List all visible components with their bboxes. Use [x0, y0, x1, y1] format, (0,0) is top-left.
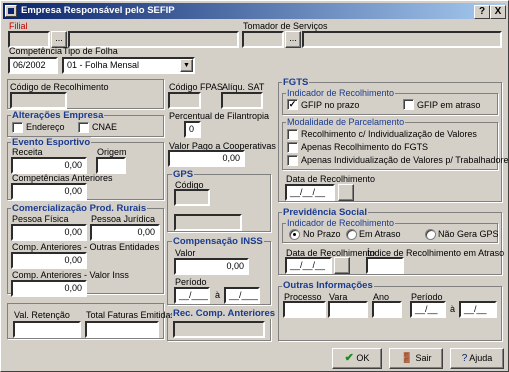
- gps-title: GPS: [172, 169, 195, 180]
- val-retencao-input[interactable]: [13, 321, 81, 338]
- prev-indicador-title: Indicador de Recolhimento: [286, 218, 396, 229]
- ajuda-label: Ajuda: [469, 353, 493, 363]
- mod3-checkbox[interactable]: [287, 155, 298, 166]
- prev-calendar-button[interactable]: [334, 257, 350, 274]
- no-prazo-label: No Prazo: [303, 229, 341, 239]
- gps-codigo-field: [174, 189, 210, 206]
- alteracoes-title: Alterações Empresa: [11, 110, 105, 121]
- percentual-filantropia-input[interactable]: 0: [184, 121, 201, 138]
- fgts-calendar-button[interactable]: [338, 184, 354, 201]
- gfip-prazo-checkbox[interactable]: ✓: [287, 99, 298, 110]
- endereco-label: Endereço: [26, 122, 65, 132]
- pessoa-juridica-input[interactable]: 0,00: [90, 224, 160, 241]
- sair-button[interactable]: 🚪 Sair: [389, 348, 443, 369]
- checkmark-icon: ✔: [344, 352, 354, 364]
- competencia-input[interactable]: 06/2002: [8, 57, 58, 74]
- close-button[interactable]: X: [490, 5, 506, 19]
- receita-input[interactable]: 0,00: [11, 157, 87, 174]
- fgts-title: FGTS: [282, 77, 310, 88]
- tomador-name-field: [302, 31, 502, 48]
- ano-input[interactable]: [372, 301, 402, 318]
- competencia-label: Competência: [9, 46, 63, 56]
- endereco-checkbox[interactable]: [12, 122, 23, 133]
- total-faturas-label: Total Faturas Emitidas: [86, 310, 176, 320]
- tipo-folha-label: Tipo de Folha: [63, 46, 118, 56]
- cnae-checkbox[interactable]: [78, 122, 89, 133]
- nao-gera-gps-label: Não Gera GPS: [438, 229, 499, 239]
- prev-data-rec-input[interactable]: __/__/__: [285, 257, 332, 274]
- modalidade-title: Modalidade de Parcelamento: [286, 117, 406, 128]
- compensacao-valor-input[interactable]: 0,00: [174, 258, 249, 275]
- ok-button[interactable]: ✔ OK: [332, 348, 382, 369]
- exit-icon: 🚪: [400, 353, 413, 364]
- window-title: Empresa Responsável pelo SEFIP: [21, 5, 175, 16]
- codigo-fpas-field: [168, 92, 201, 109]
- mod2-label: Apenas Recolhimento do FGTS: [301, 142, 429, 152]
- outras-informacoes-title: Outras Informações: [282, 280, 374, 291]
- processo-input[interactable]: [283, 301, 326, 318]
- comercializacao-title: Comercialização Prod. Rurais: [11, 203, 148, 214]
- ok-label: OK: [356, 353, 370, 363]
- valor-pago-input[interactable]: 0,00: [168, 150, 245, 167]
- codigo-recolhimento-field: [10, 92, 67, 109]
- comp-outras-input[interactable]: 0,00: [11, 252, 87, 269]
- em-atraso-radio[interactable]: [346, 229, 357, 240]
- mod3-label: Apenas Individualização de Valores p/ Tr…: [301, 155, 509, 165]
- tipo-folha-select[interactable]: 01 - Folha Mensal: [62, 57, 195, 74]
- outras-a-label: à: [450, 304, 456, 314]
- gps-descricao-field: [174, 214, 242, 231]
- compensacao-periodo-inicio[interactable]: __/____: [174, 287, 210, 304]
- outras-periodo-inicio[interactable]: __/__: [410, 301, 446, 318]
- outras-periodo-fim[interactable]: __/__: [459, 301, 497, 318]
- help-icon: ?: [461, 353, 468, 364]
- fgts-data-rec-input[interactable]: __/__/__: [285, 184, 335, 201]
- title-bar: Empresa Responsável pelo SEFIP ? X: [3, 3, 506, 19]
- gfip-atraso-checkbox[interactable]: [403, 99, 414, 110]
- compensacao-inss-title: Compensação INSS: [172, 236, 264, 247]
- help-title-button[interactable]: ?: [474, 5, 490, 19]
- compensacao-periodo-fim[interactable]: __/____: [224, 287, 260, 304]
- comp-anteriores-input[interactable]: 0,00: [11, 183, 87, 200]
- indice-input[interactable]: [366, 257, 404, 274]
- mod1-checkbox[interactable]: [287, 129, 298, 140]
- origem-input[interactable]: [96, 157, 126, 174]
- compensacao-a-label: à: [215, 290, 221, 300]
- chevron-down-icon[interactable]: ▼: [180, 59, 193, 72]
- mod1-label: Recolhimento c/ Individualização de Valo…: [301, 129, 477, 139]
- val-retencao-label: Val. Retenção: [14, 310, 70, 320]
- comp-inss-input[interactable]: 0,00: [11, 280, 87, 297]
- tipo-folha-value: 01 - Folha Mensal: [67, 60, 140, 70]
- ajuda-button[interactable]: ? Ajuda: [450, 348, 504, 369]
- sair-label: Sair: [415, 353, 432, 363]
- gfip-prazo-label: GFIP no prazo: [301, 100, 360, 110]
- fgts-indicador-title: Indicador de Recolhimento: [286, 88, 396, 99]
- tomador-code-input[interactable]: [242, 31, 284, 48]
- mod2-checkbox[interactable]: [287, 142, 298, 153]
- vara-input[interactable]: [328, 301, 368, 318]
- aliq-sat-field: [221, 92, 263, 109]
- rec-comp-title: Rec. Comp. Anteriores: [172, 308, 277, 319]
- pessoa-fisica-input[interactable]: 0,00: [11, 224, 87, 241]
- tomador-lookup-button[interactable]: ...: [285, 31, 301, 48]
- app-icon: [5, 5, 17, 17]
- rec-comp-field: [173, 321, 265, 338]
- previdencia-title: Previdência Social: [282, 207, 368, 218]
- em-atraso-label: Em Atraso: [359, 229, 401, 239]
- cnae-label: CNAE: [92, 122, 118, 132]
- no-prazo-radio[interactable]: [289, 229, 300, 240]
- gfip-atraso-label: GFIP em atraso: [417, 100, 481, 110]
- sefip-window: Empresa Responsável pelo SEFIP ? X Filia…: [0, 0, 509, 372]
- total-faturas-input[interactable]: [85, 321, 159, 338]
- nao-gera-gps-radio[interactable]: [425, 229, 436, 240]
